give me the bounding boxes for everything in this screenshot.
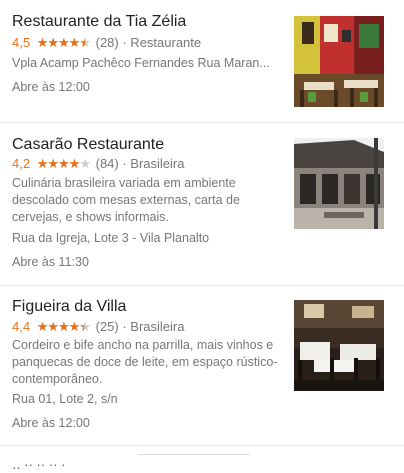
category-label: · Brasileira bbox=[122, 319, 185, 334]
review-count[interactable]: (28) bbox=[96, 35, 119, 50]
category-label: · Restaurante bbox=[122, 35, 202, 50]
rating-value: 4,4 bbox=[12, 319, 31, 334]
listing-title[interactable]: Casarão Restaurante bbox=[12, 136, 164, 154]
listing-title[interactable]: Figueira da Villa bbox=[12, 298, 126, 316]
listing-card[interactable]: Figueira da Villa 4,4 ★★★★★ ★★★★★ (25) ·… bbox=[0, 286, 404, 446]
rating-row: 4,4 ★★★★★ ★★★★★ (25) · Brasileira bbox=[12, 319, 184, 335]
hours-text: Abre às 12:00 bbox=[12, 80, 90, 94]
hours-text: Abre às 12:00 bbox=[12, 416, 90, 430]
hours-text: Abre às 11:30 bbox=[12, 255, 89, 269]
rating-value: 4,5 bbox=[12, 35, 31, 50]
category-label: · Brasileira bbox=[122, 156, 185, 171]
restaurant-photo-dining-room bbox=[294, 300, 384, 391]
restaurant-photo-colorful-interior bbox=[294, 16, 384, 107]
description-text: Cordeiro e bife ancho na parrilla, mais … bbox=[12, 338, 278, 386]
listing-photo[interactable] bbox=[294, 16, 384, 107]
next-listing-fragment: ‥ ·· ·· ·· · bbox=[12, 457, 66, 472]
listing-photo[interactable] bbox=[294, 138, 384, 229]
divider bbox=[138, 454, 250, 455]
listing-card[interactable]: Restaurante da Tia Zélia 4,5 ★★★★★ ★★★★★… bbox=[0, 0, 404, 123]
listing-card[interactable]: Casarão Restaurante 4,2 ★★★★★ ★★★★★ (84)… bbox=[0, 123, 404, 286]
restaurant-photo-building-exterior bbox=[294, 138, 384, 229]
star-rating-icon: ★★★★★ ★★★★★ bbox=[36, 35, 91, 50]
rating-row: 4,2 ★★★★★ ★★★★★ (84) · Brasileira bbox=[12, 156, 184, 172]
rating-value: 4,2 bbox=[12, 156, 31, 171]
listing-title[interactable]: Restaurante da Tia Zélia bbox=[12, 13, 186, 31]
review-count[interactable]: (84) bbox=[96, 156, 119, 171]
address-text: Rua da Igreja, Lote 3 - Vila Planalto bbox=[12, 231, 210, 245]
rating-row: 4,5 ★★★★★ ★★★★★ (28) · Restaurante bbox=[12, 35, 201, 51]
address-text: Vpla Acamp Pachêco Fernandes Rua Maran..… bbox=[12, 56, 270, 70]
star-rating-icon: ★★★★★ ★★★★★ bbox=[36, 156, 91, 171]
description-text: Culinária brasileira variada em ambiente… bbox=[12, 176, 240, 224]
review-count[interactable]: (25) bbox=[96, 319, 119, 334]
listing-photo[interactable] bbox=[294, 300, 384, 391]
address-text: Rua 01, Lote 2, s/n bbox=[12, 392, 118, 406]
star-rating-icon: ★★★★★ ★★★★★ bbox=[36, 319, 91, 334]
